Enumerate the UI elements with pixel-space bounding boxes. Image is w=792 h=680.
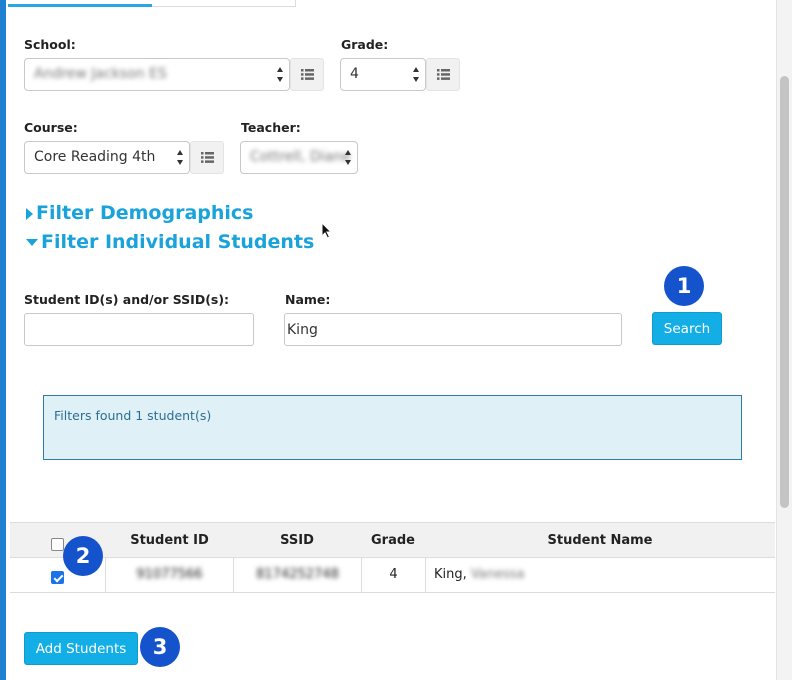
column-divider [425,558,426,592]
list-icon [201,152,214,163]
results-alert: Filters found 1 student(s) [43,395,742,460]
select-all-checkbox[interactable] [51,538,64,551]
mouse-cursor-icon [321,222,332,239]
filter-demographics-toggle[interactable]: Filter Demographics [26,202,253,224]
active-tab-indicator[interactable] [8,4,152,7]
teacher-select[interactable]: Cottrell, Diane [240,141,358,174]
student-id-label: Student ID(s) and/or SSID(s): [24,292,230,307]
column-header-student-id: Student ID [130,533,209,548]
student-first-name: Vanessa [470,567,525,582]
filter-demographics-label: Filter Demographics [36,202,254,224]
cell-grade: 4 [389,567,398,582]
add-students-button[interactable]: Add Students [24,632,138,665]
filter-individual-toggle[interactable]: Filter Individual Students [26,231,314,253]
list-icon [301,69,314,80]
table-row[interactable]: 91077566 8174252748 4 King, Vanessa [10,558,775,593]
list-icon [437,69,450,80]
filter-individual-label: Filter Individual Students [41,231,315,253]
cell-ssid: 8174252748 [256,567,339,582]
column-header-ssid: SSID [280,533,314,548]
grade-list-button[interactable] [426,58,460,91]
select-arrows-icon [277,67,284,82]
cell-student-name: King, Vanessa [434,558,764,592]
student-last-name: King, [434,567,467,582]
select-arrows-icon [413,67,420,82]
teacher-select-value: Cottrell, Diane [250,149,351,165]
school-select[interactable]: Andrew Jackson ES [24,58,290,91]
teacher-label: Teacher: [241,120,301,135]
student-id-input[interactable] [24,313,254,346]
cell-student-id: 91077566 [136,567,203,582]
row-checkbox[interactable] [51,571,64,584]
column-header-student-name: Student Name [547,533,653,548]
callout-number-2: 2 [63,536,103,576]
grade-label: Grade: [341,37,389,52]
vertical-scrollbar[interactable] [776,0,792,680]
grade-select-value: 4 [350,66,359,82]
callout-number-3: 3 [140,627,180,667]
caret-right-icon [26,207,33,220]
search-button[interactable]: Search [652,312,722,345]
select-arrows-icon [345,150,352,165]
column-header-grade: Grade [371,533,415,548]
school-label: School: [24,37,76,52]
course-select[interactable]: Core Reading 4th [24,141,190,174]
caret-down-icon [26,239,38,246]
scrollbar-thumb[interactable] [780,76,789,508]
school-list-button[interactable] [290,58,324,91]
tab-strip [8,0,296,7]
select-arrows-icon [177,150,184,165]
table-header: Student ID SSID Grade Student Name [10,522,775,558]
school-select-value: Andrew Jackson ES [34,66,167,82]
name-input[interactable] [284,313,622,346]
course-list-button[interactable] [190,141,224,174]
results-message: Filters found 1 student(s) [54,408,212,423]
course-label: Course: [24,120,78,135]
callout-number-1: 1 [664,266,704,306]
left-accent-bar [0,0,6,680]
grade-select[interactable]: 4 [340,58,426,91]
course-select-value: Core Reading 4th [34,149,156,165]
name-label: Name: [285,292,331,307]
